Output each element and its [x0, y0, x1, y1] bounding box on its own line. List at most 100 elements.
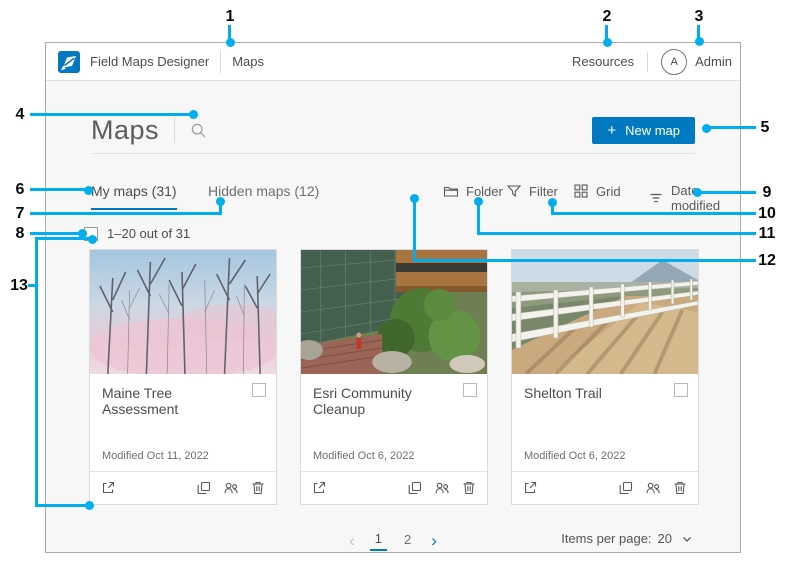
callout-1-number: 1 — [226, 8, 235, 26]
callout-8-dot — [78, 229, 87, 238]
chevron-down-icon — [681, 533, 693, 545]
delete-button[interactable] — [461, 480, 477, 496]
page-2-button[interactable]: 2 — [399, 530, 416, 550]
app-header: Field Maps Designer Maps Resources A Adm… — [46, 43, 740, 81]
callout-6-number: 6 — [16, 181, 25, 199]
callout-5-number: 5 — [761, 119, 770, 137]
new-map-label: New map — [625, 123, 680, 138]
card-title[interactable]: Shelton Trail — [524, 385, 686, 401]
trash-icon — [250, 480, 266, 496]
open-map-button[interactable] — [522, 480, 538, 496]
callout-1-dot — [226, 38, 235, 47]
callout-3-dot — [695, 37, 704, 46]
callout-11-dot — [474, 197, 483, 206]
search-button[interactable] — [190, 122, 207, 139]
callout-10-number: 10 — [758, 205, 776, 223]
map-thumbnail-esri-campus[interactable] — [301, 250, 487, 374]
callout-12-dot — [410, 194, 419, 203]
plus-icon: + — [607, 123, 616, 138]
card-title[interactable]: Esri Community Cleanup — [313, 385, 475, 417]
page-title: Maps — [91, 115, 159, 146]
duplicate-icon — [618, 480, 634, 496]
callout-7-number: 7 — [16, 205, 25, 223]
duplicate-icon — [407, 480, 423, 496]
share-group-button[interactable] — [434, 480, 450, 496]
page-1-button[interactable]: 1 — [370, 529, 387, 551]
share-group-button[interactable] — [223, 480, 239, 496]
tab-hidden-maps[interactable]: Hidden maps (12) — [208, 183, 319, 208]
card-modified-date: Modified Oct 6, 2022 — [313, 450, 415, 462]
callout-13-bottom-arm — [36, 504, 86, 507]
card-actions — [618, 480, 688, 496]
map-card: Shelton Trail Modified Oct 6, 2022 — [511, 249, 699, 505]
header-right: Resources A Admin — [572, 49, 736, 75]
sort-button[interactable]: Date modified — [648, 183, 720, 213]
card-checkbox[interactable] — [252, 383, 266, 397]
callout-5-dot — [702, 124, 711, 133]
sort-icon — [648, 190, 664, 206]
card-body: Maine Tree Assessment Modified Oct 11, 2… — [90, 374, 276, 471]
open-map-button[interactable] — [100, 480, 116, 496]
callout-4-number: 4 — [16, 106, 25, 124]
user-menu[interactable]: Admin — [695, 54, 732, 69]
card-checkbox[interactable] — [463, 383, 477, 397]
nav-item-resources[interactable]: Resources — [572, 54, 634, 69]
header-divider — [220, 51, 221, 73]
share-group-button[interactable] — [645, 480, 661, 496]
grid-view-button[interactable]: Grid — [573, 183, 621, 199]
card-title[interactable]: Maine Tree Assessment — [102, 385, 264, 417]
callout-7-dot — [216, 197, 225, 206]
filter-button[interactable]: Filter — [506, 183, 558, 199]
card-footer — [90, 471, 276, 504]
avatar[interactable]: A — [661, 49, 687, 75]
title-divider — [174, 117, 175, 143]
callout-8-line — [30, 232, 79, 235]
duplicate-button[interactable] — [196, 480, 212, 496]
callout-2-dot — [603, 38, 612, 47]
callout-10-line — [551, 212, 756, 215]
items-per-page-value: 20 — [658, 531, 672, 546]
header-left: Field Maps Designer Maps — [58, 51, 264, 73]
duplicate-icon — [196, 480, 212, 496]
pagination: ‹ 1 2 › — [346, 529, 440, 551]
trash-icon — [461, 480, 477, 496]
folder-button[interactable]: Folder — [443, 183, 503, 199]
callout-13-bottom-dot — [85, 501, 94, 510]
app-window: Field Maps Designer Maps Resources A Adm… — [45, 42, 741, 553]
prev-page-icon[interactable]: ‹ — [346, 532, 358, 549]
duplicate-button[interactable] — [618, 480, 634, 496]
delete-button[interactable] — [250, 480, 266, 496]
open-in-new-icon — [522, 480, 538, 496]
callout-13-number: 13 — [10, 277, 28, 295]
callout-12-line — [413, 259, 756, 262]
card-checkbox[interactable] — [674, 383, 688, 397]
folder-label: Folder — [466, 184, 503, 199]
next-page-icon[interactable]: › — [428, 532, 440, 549]
callout-4-line — [30, 113, 190, 116]
map-cards-list: Maine Tree Assessment Modified Oct 11, 2… — [89, 249, 699, 505]
tab-my-maps[interactable]: My maps (31) — [91, 183, 177, 210]
folder-icon — [443, 183, 459, 199]
filter-icon — [506, 183, 522, 199]
tabs-toolbar-row: My maps (31) Hidden maps (12) Folder Fil… — [91, 183, 695, 211]
callout-12-line-2 — [413, 199, 416, 261]
items-per-page-select[interactable]: Items per page: 20 — [561, 531, 693, 546]
new-map-button[interactable]: + New map — [592, 117, 695, 144]
map-thumbnail-maine-trees[interactable] — [90, 250, 276, 374]
open-map-button[interactable] — [311, 480, 327, 496]
card-body: Esri Community Cleanup Modified Oct 6, 2… — [301, 374, 487, 471]
callout-6-line — [30, 188, 85, 191]
grid-icon — [573, 183, 589, 199]
card-body: Shelton Trail Modified Oct 6, 2022 — [512, 374, 698, 471]
map-thumbnail-shelton-trail[interactable] — [512, 250, 698, 374]
callout-13-top-dot — [88, 235, 97, 244]
callout-9-number: 9 — [763, 184, 772, 202]
callout-9-line — [701, 191, 756, 194]
duplicate-button[interactable] — [407, 480, 423, 496]
pager-row: ‹ 1 2 › Items per page: 20 — [91, 529, 695, 553]
open-in-new-icon — [311, 480, 327, 496]
callout-12-number: 12 — [758, 252, 776, 270]
callout-4-dot — [189, 110, 198, 119]
nav-item-maps[interactable]: Maps — [232, 54, 264, 69]
delete-button[interactable] — [672, 480, 688, 496]
